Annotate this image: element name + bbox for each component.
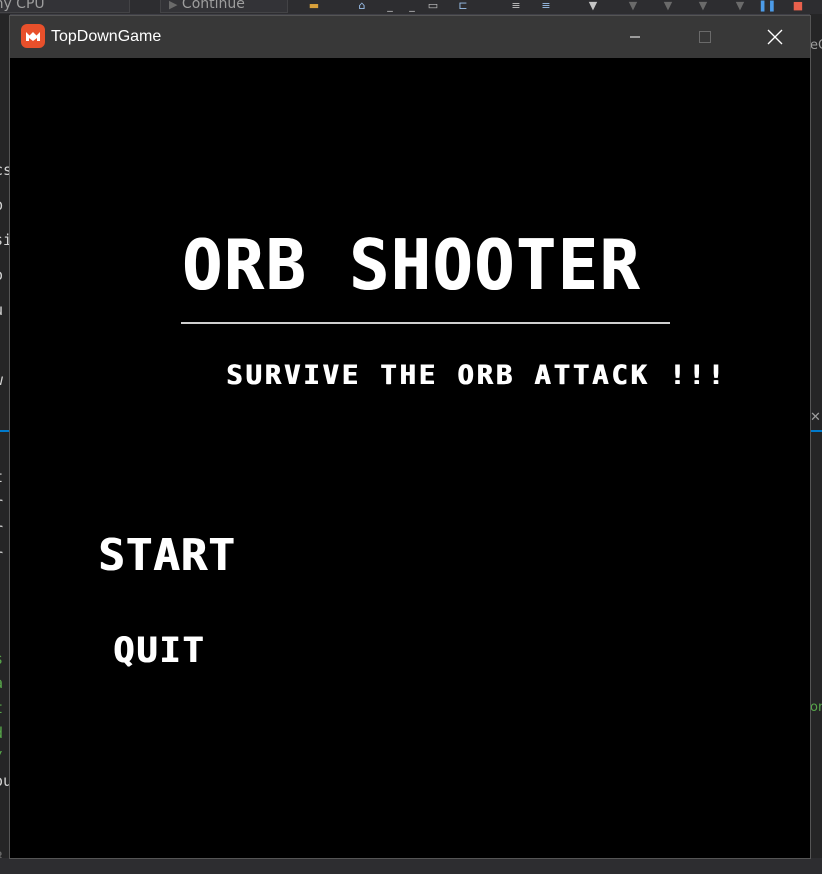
- close-icon[interactable]: ✕: [810, 410, 821, 425]
- code-fragment: ou: [0, 772, 10, 790]
- code-fragment: u: [0, 301, 3, 319]
- minimize-icon: [630, 36, 640, 38]
- code-fragment: t: [0, 699, 3, 717]
- bookmark-prev-icon[interactable]: ▼: [625, 0, 641, 12]
- code-fragment: w: [0, 371, 3, 389]
- game-window: TopDownGame ORB SHOOTER SURVIVE THE ORB …: [10, 16, 810, 858]
- code-fragment: t: [0, 468, 3, 486]
- panel-separator: [0, 430, 10, 432]
- continue-label: Continue: [181, 0, 245, 12]
- window-titlebar[interactable]: TopDownGame: [10, 16, 810, 58]
- indent-icon[interactable]: ≡: [508, 0, 524, 12]
- find-icon[interactable]: ▬: [306, 0, 322, 12]
- close-button[interactable]: [752, 16, 798, 58]
- ide-right-panel: eC ✕ on: [810, 14, 822, 874]
- game-subtitle: SURVIVE THE ORB ATTACK !!!: [226, 360, 727, 391]
- panel-separator: [810, 430, 822, 432]
- bookmark-icon[interactable]: ▼: [585, 0, 601, 12]
- pause-icon[interactable]: ❚❚: [758, 0, 776, 12]
- code-fragment: o: [0, 266, 3, 284]
- solution-platform-dropdown[interactable]: Any CPU: [0, 0, 130, 13]
- title-underline: [181, 322, 670, 324]
- code-fragment: d: [0, 724, 3, 742]
- solution-platform-label: Any CPU: [0, 0, 45, 12]
- quit-menu-option[interactable]: QUIT: [113, 630, 205, 672]
- code-fragment: r: [0, 520, 3, 538]
- code-fragment: si: [0, 231, 10, 249]
- tab-fragment: eC: [810, 38, 822, 53]
- continue-button[interactable]: ▶ Continue: [160, 0, 288, 13]
- ide-status-area: [0, 858, 822, 874]
- bookmark-clear-icon[interactable]: ▼: [732, 0, 748, 12]
- maximize-button[interactable]: [682, 16, 728, 58]
- bookmark-next-icon[interactable]: ▼: [660, 0, 676, 12]
- code-fragment: cs: [0, 161, 10, 179]
- ide-left-panel: cs p si o u w t r r r s a t d / ou 3: [0, 14, 10, 874]
- game-title: ORB SHOOTER: [182, 225, 642, 306]
- play-icon: ▶: [169, 0, 178, 11]
- ide-toolbar: Any CPU ▶ Continue ▬ ⌂ _ _ ▭ ⊏ ≡ ≡ ▼ ▼ ▼…: [0, 0, 822, 15]
- close-icon: [767, 29, 783, 45]
- underscore-icon[interactable]: _: [382, 0, 398, 12]
- stop-icon[interactable]: ■: [790, 0, 806, 12]
- code-fragment: r: [0, 494, 3, 512]
- bookmark-folder-icon[interactable]: ▼: [695, 0, 711, 12]
- align-icon[interactable]: ⊏: [455, 0, 471, 12]
- code-fragment: r: [0, 546, 3, 564]
- code-fragment: a: [0, 674, 3, 692]
- home-icon[interactable]: ⌂: [354, 0, 370, 12]
- code-fragment: /: [0, 748, 3, 766]
- game-canvas[interactable]: ORB SHOOTER SURVIVE THE ORB ATTACK !!! S…: [10, 58, 810, 858]
- window-title: TopDownGame: [51, 28, 162, 45]
- window-icon[interactable]: ▭: [425, 0, 441, 12]
- code-fragment: p: [0, 196, 3, 214]
- maximize-icon: [699, 31, 711, 43]
- code-fragment: s: [0, 650, 3, 668]
- code-fragment: on: [810, 700, 822, 715]
- start-menu-option[interactable]: START: [98, 530, 235, 582]
- minimize-button[interactable]: [612, 16, 658, 58]
- monogame-logo-icon: [21, 24, 45, 48]
- outdent-icon[interactable]: ≡: [538, 0, 554, 12]
- underscore-icon-2[interactable]: _: [404, 0, 420, 12]
